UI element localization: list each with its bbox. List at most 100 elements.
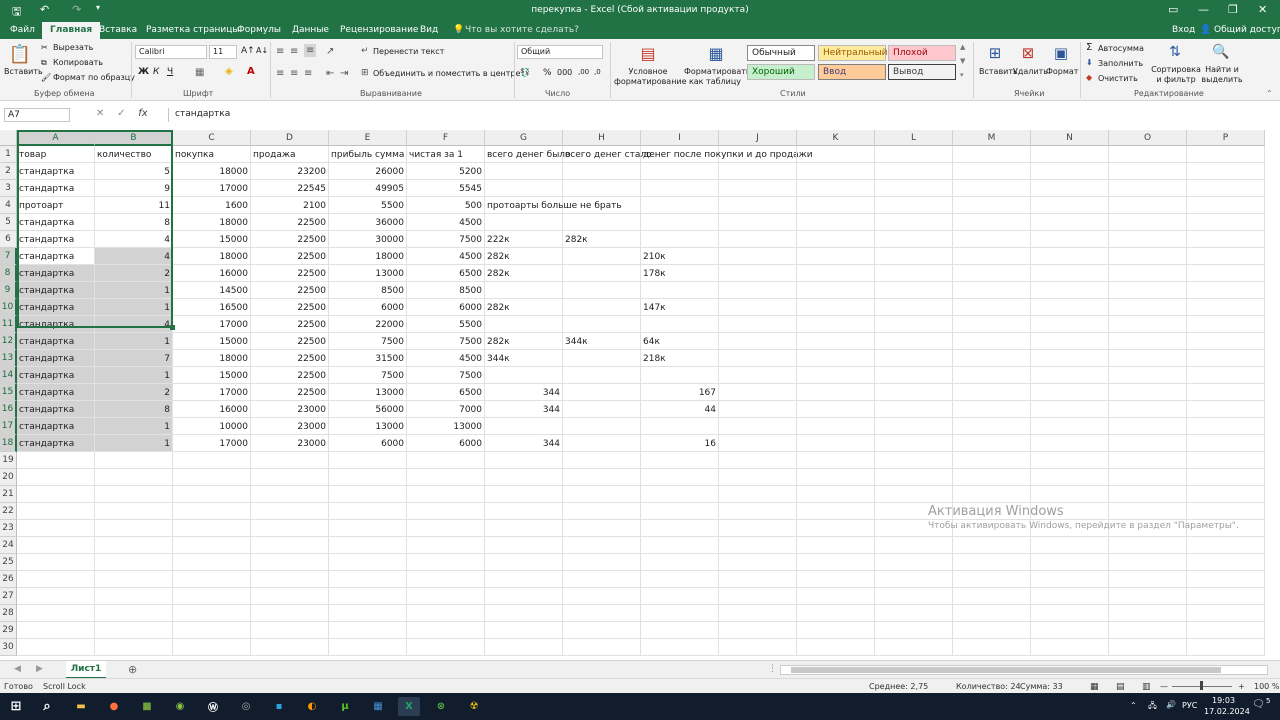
grid-cell[interactable]: 210к (641, 248, 719, 265)
grid-cell[interactable] (1187, 333, 1265, 350)
grid-cell[interactable] (563, 180, 641, 197)
grid-cell[interactable] (95, 520, 173, 537)
grid-cell[interactable] (797, 367, 875, 384)
grid-cell[interactable] (17, 503, 95, 520)
name-box[interactable]: A7 (4, 108, 70, 122)
select-all-corner[interactable] (0, 130, 17, 146)
grid-cell[interactable]: 4500 (407, 214, 485, 231)
grid-cell[interactable] (251, 520, 329, 537)
grid-cell[interactable] (485, 486, 563, 503)
grid-cell[interactable]: 8 (95, 401, 173, 418)
grid-cell[interactable] (953, 214, 1031, 231)
copy-icon[interactable]: ⧉ (41, 58, 47, 68)
zoom-out-icon[interactable]: — (1160, 682, 1168, 691)
grid-cell[interactable]: стандартка (17, 282, 95, 299)
merge-center-icon[interactable]: ⊞ (361, 68, 369, 78)
fill-button[interactable]: Заполнить (1098, 59, 1143, 68)
delete-cells-icon[interactable]: ⊠ (1017, 41, 1039, 65)
grid-cell[interactable] (641, 469, 719, 486)
grid-cell[interactable] (563, 639, 641, 656)
borders-icon[interactable]: ▦ (195, 67, 204, 78)
restore-icon[interactable]: ❐ (1228, 3, 1238, 16)
grid-cell[interactable] (641, 163, 719, 180)
tab-view[interactable]: Вид (420, 25, 438, 35)
grid-cell[interactable] (1031, 452, 1109, 469)
grid-cell[interactable] (797, 180, 875, 197)
prev-sheet-icon[interactable]: ◀ (14, 664, 21, 674)
grid-cell[interactable]: 5545 (407, 180, 485, 197)
utorrent-icon[interactable]: μ (334, 697, 356, 716)
tab-file[interactable]: Файл (10, 25, 35, 35)
grid-cell[interactable] (1187, 265, 1265, 282)
grid-cell[interactable] (797, 197, 875, 214)
grid-cell[interactable] (875, 622, 953, 639)
grid-cell[interactable] (1031, 180, 1109, 197)
grid-cell[interactable] (485, 469, 563, 486)
grid-cell[interactable] (1109, 299, 1187, 316)
grid-cell[interactable] (1109, 452, 1187, 469)
grid-cell[interactable] (875, 452, 953, 469)
grid-cell[interactable] (875, 588, 953, 605)
grid-cell[interactable] (17, 469, 95, 486)
grid-cell[interactable] (953, 469, 1031, 486)
grid-cell[interactable] (719, 605, 797, 622)
format-as-table-icon[interactable]: ▦ (704, 41, 728, 65)
grid-cell[interactable] (641, 486, 719, 503)
grid-cell[interactable] (1031, 299, 1109, 316)
grid-cell[interactable] (719, 350, 797, 367)
grid-cell[interactable] (563, 571, 641, 588)
grid-cell[interactable]: стандартка (17, 350, 95, 367)
grid-cell[interactable]: продажа (251, 146, 329, 163)
grid-cell[interactable] (563, 520, 641, 537)
row-header[interactable]: 7 (0, 248, 17, 265)
row-header[interactable]: 23 (0, 520, 17, 537)
grid-cell[interactable] (797, 588, 875, 605)
fill-icon[interactable]: ⬇ (1086, 58, 1093, 67)
share-icon[interactable]: 👤 (1200, 25, 1211, 35)
grid-cell[interactable]: 344к (485, 350, 563, 367)
grid-cell[interactable] (1187, 316, 1265, 333)
grid-cell[interactable] (95, 639, 173, 656)
style-bad[interactable]: Плохой (888, 45, 956, 61)
insert-cells-button[interactable]: Вставить (979, 67, 1018, 76)
grid-cell[interactable] (563, 265, 641, 282)
grid-cell[interactable]: 18000 (173, 214, 251, 231)
grid-cell[interactable] (953, 384, 1031, 401)
grid-cell[interactable]: 10000 (173, 418, 251, 435)
grid-cell[interactable] (953, 333, 1031, 350)
grid-cell[interactable] (95, 503, 173, 520)
grid-cell[interactable]: 1 (95, 299, 173, 316)
page-layout-view-icon[interactable]: ▤ (1116, 682, 1125, 692)
grid-cell[interactable]: 218к (641, 350, 719, 367)
tab-data[interactable]: Данные (292, 25, 329, 35)
grid-cell[interactable]: 7000 (407, 401, 485, 418)
tab-split-handle[interactable]: ⋮ (768, 664, 777, 674)
grid-cell[interactable] (797, 520, 875, 537)
grid-cell[interactable] (641, 316, 719, 333)
grid-cell[interactable] (329, 486, 407, 503)
grid-cell[interactable] (719, 299, 797, 316)
underline-icon[interactable]: Ч (167, 67, 173, 77)
grid-cell[interactable] (641, 214, 719, 231)
styles-more-icon[interactable]: ▾ (960, 71, 964, 79)
grid-cell[interactable] (719, 639, 797, 656)
grid-cell[interactable]: 15000 (173, 333, 251, 350)
close-icon[interactable]: ✕ (1258, 3, 1267, 16)
grid-cell[interactable] (173, 622, 251, 639)
grid-cell[interactable] (1187, 622, 1265, 639)
grid-cell[interactable] (485, 316, 563, 333)
row-header[interactable]: 13 (0, 350, 17, 367)
grid-cell[interactable] (563, 248, 641, 265)
grid-cell[interactable]: 344 (485, 384, 563, 401)
grid-cell[interactable] (1109, 469, 1187, 486)
grid-cell[interactable] (953, 350, 1031, 367)
grid-cell[interactable] (641, 639, 719, 656)
grid-cell[interactable] (1109, 639, 1187, 656)
format-as-table-button[interactable]: Форматировать как таблицу (684, 67, 751, 87)
grid-cell[interactable] (875, 554, 953, 571)
grid-cell[interactable] (875, 163, 953, 180)
search-icon[interactable]: ⌕ (36, 697, 58, 716)
grid-cell[interactable] (1187, 452, 1265, 469)
telegram-icon[interactable]: ▪ (268, 697, 290, 716)
grid-cell[interactable]: 282к (563, 231, 641, 248)
